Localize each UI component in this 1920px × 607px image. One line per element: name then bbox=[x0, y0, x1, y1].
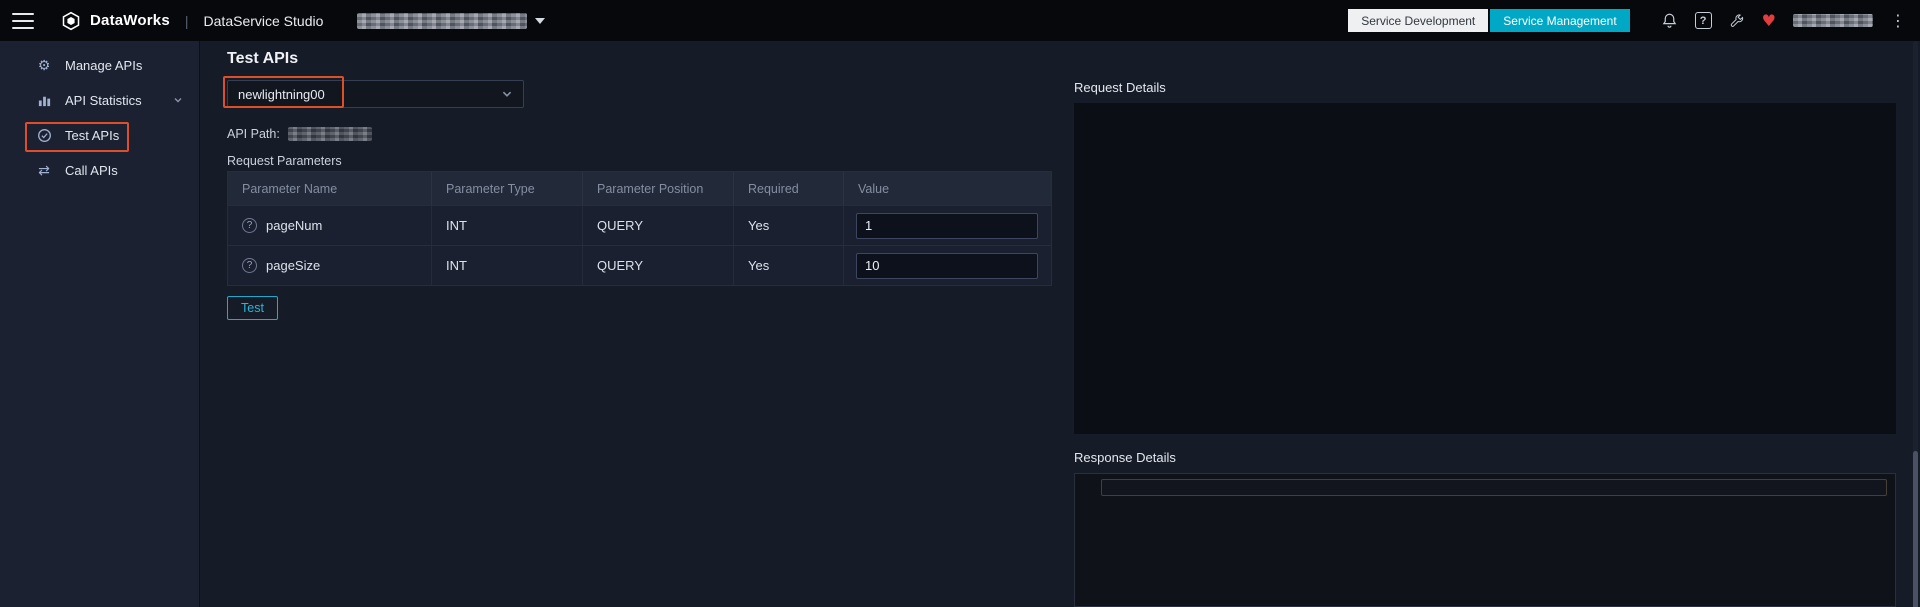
request-details-panel bbox=[1074, 103, 1896, 434]
product-name: DataWorks bbox=[90, 12, 170, 29]
brand: DataWorks | DataService Studio bbox=[60, 10, 323, 31]
sidebar-item-label: Manage APIs bbox=[65, 58, 143, 73]
param-type: INT bbox=[432, 206, 583, 245]
bar-chart-icon bbox=[36, 93, 52, 108]
param-required: Yes bbox=[734, 246, 844, 285]
sidebar-item-test-apis[interactable]: Test APIs bbox=[0, 118, 199, 153]
param-value-input[interactable] bbox=[856, 212, 1038, 239]
chevron-down-icon bbox=[173, 95, 183, 105]
request-parameters-label: Request Parameters bbox=[227, 154, 342, 168]
chevron-down-icon bbox=[535, 17, 546, 24]
help-icon[interactable]: ? bbox=[1694, 12, 1712, 29]
param-position: QUERY bbox=[583, 206, 734, 245]
test-button[interactable]: Test bbox=[227, 296, 278, 320]
swap-arrows-icon: ⇄ bbox=[38, 162, 50, 179]
page-title: Test APIs bbox=[227, 50, 299, 67]
gear-icon: ⚙ bbox=[37, 57, 51, 74]
scrollbar-track bbox=[1913, 41, 1918, 607]
request-details-title: Request Details bbox=[1074, 80, 1166, 95]
main-content: Test APIs newlightning00 API Path: Reque… bbox=[200, 41, 1074, 607]
notification-bell-icon[interactable] bbox=[1661, 12, 1678, 29]
circle-check-icon bbox=[36, 128, 52, 143]
sidebar: ⚙ Manage APIs API Statistics Test APIs ⇄… bbox=[0, 41, 200, 607]
param-help-icon[interactable]: ? bbox=[242, 258, 257, 273]
service-development-button[interactable]: Service Development bbox=[1348, 9, 1489, 32]
param-value-cell bbox=[844, 246, 1051, 285]
service-management-button[interactable]: Service Management bbox=[1490, 9, 1630, 32]
api-path-label: API Path: bbox=[227, 127, 280, 141]
param-value-input[interactable] bbox=[856, 252, 1038, 279]
column-header: Required bbox=[734, 172, 844, 205]
dataworks-logo-icon bbox=[60, 10, 81, 31]
sidebar-item-label: Call APIs bbox=[65, 163, 118, 178]
column-header: Value bbox=[858, 181, 890, 196]
sidebar-item-call-apis[interactable]: ⇄ Call APIs bbox=[0, 153, 199, 188]
menu-icon[interactable] bbox=[12, 12, 34, 29]
param-name: pageSize bbox=[266, 258, 321, 273]
param-name-cell: ? pageSize bbox=[228, 246, 432, 285]
table-header-row: Parameter Name Parameter Type Parameter … bbox=[228, 172, 1051, 205]
api-select-dropdown[interactable]: newlightning00 bbox=[227, 80, 524, 108]
api-path-row: API Path: bbox=[227, 127, 372, 141]
username-redacted[interactable] bbox=[1793, 14, 1873, 27]
param-name: pageNum bbox=[266, 218, 323, 233]
tools-wrench-icon[interactable] bbox=[1729, 13, 1745, 29]
workspace-name-redacted bbox=[357, 12, 528, 29]
column-header: Parameter Type bbox=[432, 172, 583, 205]
topbar-right: Service Development Service Management ?… bbox=[1348, 9, 1906, 32]
dataworks-dataservice-screen: DataWorks | DataService Studio Service D… bbox=[0, 0, 1920, 607]
sidebar-item-manage-apis[interactable]: ⚙ Manage APIs bbox=[0, 48, 199, 83]
column-header: Parameter Position bbox=[583, 172, 734, 205]
response-details-panel bbox=[1074, 473, 1896, 607]
table-row: ? pageNum INT QUERY Yes bbox=[228, 205, 1051, 245]
scrollbar-thumb[interactable] bbox=[1913, 451, 1918, 607]
heart-icon[interactable]: ♥ bbox=[1762, 12, 1776, 29]
param-name-cell: ? pageNum bbox=[228, 206, 432, 245]
response-details-field bbox=[1101, 479, 1887, 496]
mode-switcher: Service Development Service Management bbox=[1348, 9, 1630, 32]
chevron-down-icon bbox=[501, 88, 513, 100]
api-path-value-redacted bbox=[287, 127, 372, 141]
table-row: ? pageSize INT QUERY Yes bbox=[228, 245, 1051, 285]
workspace-selector[interactable] bbox=[357, 12, 546, 29]
request-parameters-table: Parameter Name Parameter Type Parameter … bbox=[227, 171, 1052, 286]
module-name: DataService Studio bbox=[203, 12, 324, 29]
column-header: Parameter Name bbox=[228, 172, 432, 205]
param-help-icon[interactable]: ? bbox=[242, 218, 257, 233]
param-position: QUERY bbox=[583, 246, 734, 285]
topbar: DataWorks | DataService Studio Service D… bbox=[0, 0, 1920, 41]
sidebar-item-api-statistics[interactable]: API Statistics bbox=[0, 83, 199, 118]
brand-separator: | bbox=[184, 12, 189, 29]
more-vertical-icon[interactable]: ⋮ bbox=[1890, 12, 1906, 29]
param-type: INT bbox=[432, 246, 583, 285]
api-select-value: newlightning00 bbox=[238, 86, 325, 102]
param-value-cell bbox=[844, 206, 1051, 245]
response-details-title: Response Details bbox=[1074, 450, 1176, 465]
param-required: Yes bbox=[734, 206, 844, 245]
sidebar-item-label: Test APIs bbox=[65, 128, 120, 143]
sidebar-item-label: API Statistics bbox=[65, 93, 142, 108]
